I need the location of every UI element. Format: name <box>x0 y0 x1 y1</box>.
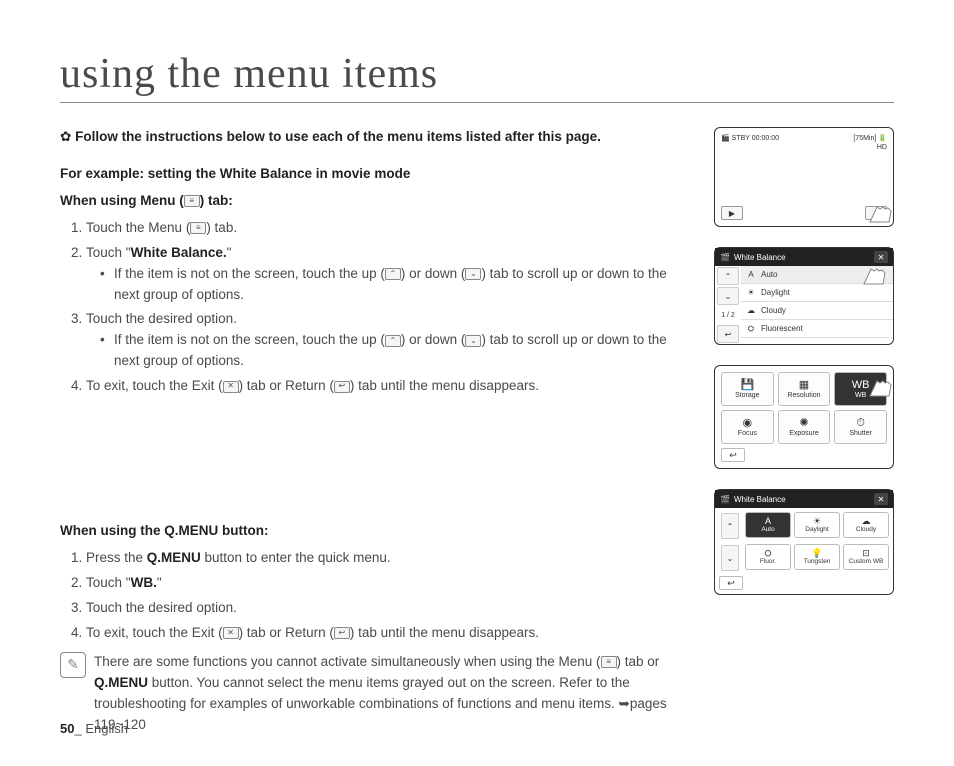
wb-cloudy[interactable]: ☁Cloudy <box>843 512 889 538</box>
page-title: using the menu items <box>60 50 894 103</box>
qmenu-storage[interactable]: 💾Storage <box>721 372 774 406</box>
pointer-hand-icon <box>865 204 895 224</box>
down-icon: ⌄ <box>465 268 481 280</box>
wb-option-cloudy[interactable]: ☁Cloudy <box>741 302 893 320</box>
pointer-hand-icon <box>859 266 889 286</box>
menu-icon: ≡ <box>184 195 200 207</box>
camcorder-icon: 🎬 <box>720 253 730 262</box>
q-step-2: Touch "WB." <box>86 573 694 594</box>
step-1: Touch the Menu (≡) tab. <box>86 218 694 239</box>
camera-screen-wb-list: 🎬 White Balance ✕ ⌃ ⌄ 1 / 2 ↩ AAuto ☀Day… <box>714 247 894 345</box>
close-button[interactable]: ✕ <box>874 251 888 263</box>
camera-screen-standby: 🎬 STBY 00:00:00 [75Min] 🔋 HD ▶ ≡ <box>714 127 894 227</box>
step-3: Touch the desired option. If the item is… <box>86 309 694 372</box>
camcorder-icon: 🎬 <box>720 495 730 504</box>
down-icon: ⌄ <box>465 335 481 347</box>
return-icon: ↩ <box>334 381 350 393</box>
menu-steps: Touch the Menu (≡) tab. Touch "White Bal… <box>60 218 694 397</box>
camera-screen-wb-grid: 🎬 White Balance ✕ ⌃ ⌄ AAuto ☀Daylight ☁C… <box>714 489 894 595</box>
page-footer: 50_ English <box>60 721 128 736</box>
wb-tungsten[interactable]: 💡Tungsten <box>794 544 840 570</box>
wb-auto[interactable]: AAuto <box>745 512 791 538</box>
return-button[interactable]: ↩ <box>717 325 739 343</box>
wb-daylight[interactable]: ☀Daylight <box>794 512 840 538</box>
qmenu-steps: Press the Q.MENU button to enter the qui… <box>60 548 694 644</box>
play-button[interactable]: ▶ <box>721 206 743 220</box>
example-heading: For example: setting the White Balance i… <box>60 164 694 185</box>
body-text: ✿ Follow the instructions below to use e… <box>60 127 694 735</box>
intro-text: Follow the instructions below to use eac… <box>75 129 601 144</box>
exit-icon: ✕ <box>223 381 239 393</box>
return-button[interactable]: ↩ <box>721 448 745 462</box>
qmenu-exposure[interactable]: ✺Exposure <box>778 410 831 444</box>
pointer-hand-icon <box>865 378 895 398</box>
menu-tab-heading: When using Menu (≡) tab: <box>60 191 694 212</box>
note-block: ✎ There are some functions you cannot ac… <box>60 652 694 736</box>
qmenu-shutter[interactable]: ⏱Shutter <box>834 410 887 444</box>
q-step-4: To exit, touch the Exit (✕) tab or Retur… <box>86 623 694 644</box>
page-indicator: 1 / 2 <box>715 306 741 324</box>
wb-option-fluorescent[interactable]: ⛭Fluorescent <box>741 320 893 338</box>
up-button[interactable]: ⌃ <box>721 513 739 539</box>
up-button[interactable]: ⌃ <box>717 267 739 285</box>
hd-badge: HD <box>721 144 887 151</box>
up-icon: ⌃ <box>385 335 401 347</box>
step-4: To exit, touch the Exit (✕) tab or Retur… <box>86 376 694 397</box>
down-button[interactable]: ⌄ <box>717 287 739 305</box>
down-button[interactable]: ⌄ <box>721 545 739 571</box>
wb-title: White Balance <box>734 495 786 504</box>
close-button[interactable]: ✕ <box>874 493 888 505</box>
rec-mode-icon: 🎬 STBY 00:00:00 <box>721 134 779 142</box>
menu-icon: ≡ <box>190 222 206 234</box>
return-icon: ↩ <box>334 627 350 639</box>
wb-title: White Balance <box>734 253 786 262</box>
exit-icon: ✕ <box>223 627 239 639</box>
step-2: Touch "White Balance." If the item is no… <box>86 243 694 306</box>
menu-icon: ≡ <box>601 656 617 668</box>
gear-icon: ✿ <box>60 129 71 144</box>
return-button[interactable]: ↩ <box>719 576 743 590</box>
wb-fluor[interactable]: ⛭Fluor. <box>745 544 791 570</box>
note-icon: ✎ <box>60 652 86 678</box>
qmenu-heading: When using the Q.MENU button: <box>60 521 694 542</box>
wb-custom[interactable]: ⊡Custom WB <box>843 544 889 570</box>
camera-screen-qmenu: 💾Storage ▦Resolution WBWB ◉Focus ✺Exposu… <box>714 365 894 469</box>
q-step-3: Touch the desired option. <box>86 598 694 619</box>
q-step-1: Press the Q.MENU button to enter the qui… <box>86 548 694 569</box>
wb-option-daylight[interactable]: ☀Daylight <box>741 284 893 302</box>
up-icon: ⌃ <box>385 268 401 280</box>
qmenu-resolution[interactable]: ▦Resolution <box>778 372 831 406</box>
qmenu-focus[interactable]: ◉Focus <box>721 410 774 444</box>
